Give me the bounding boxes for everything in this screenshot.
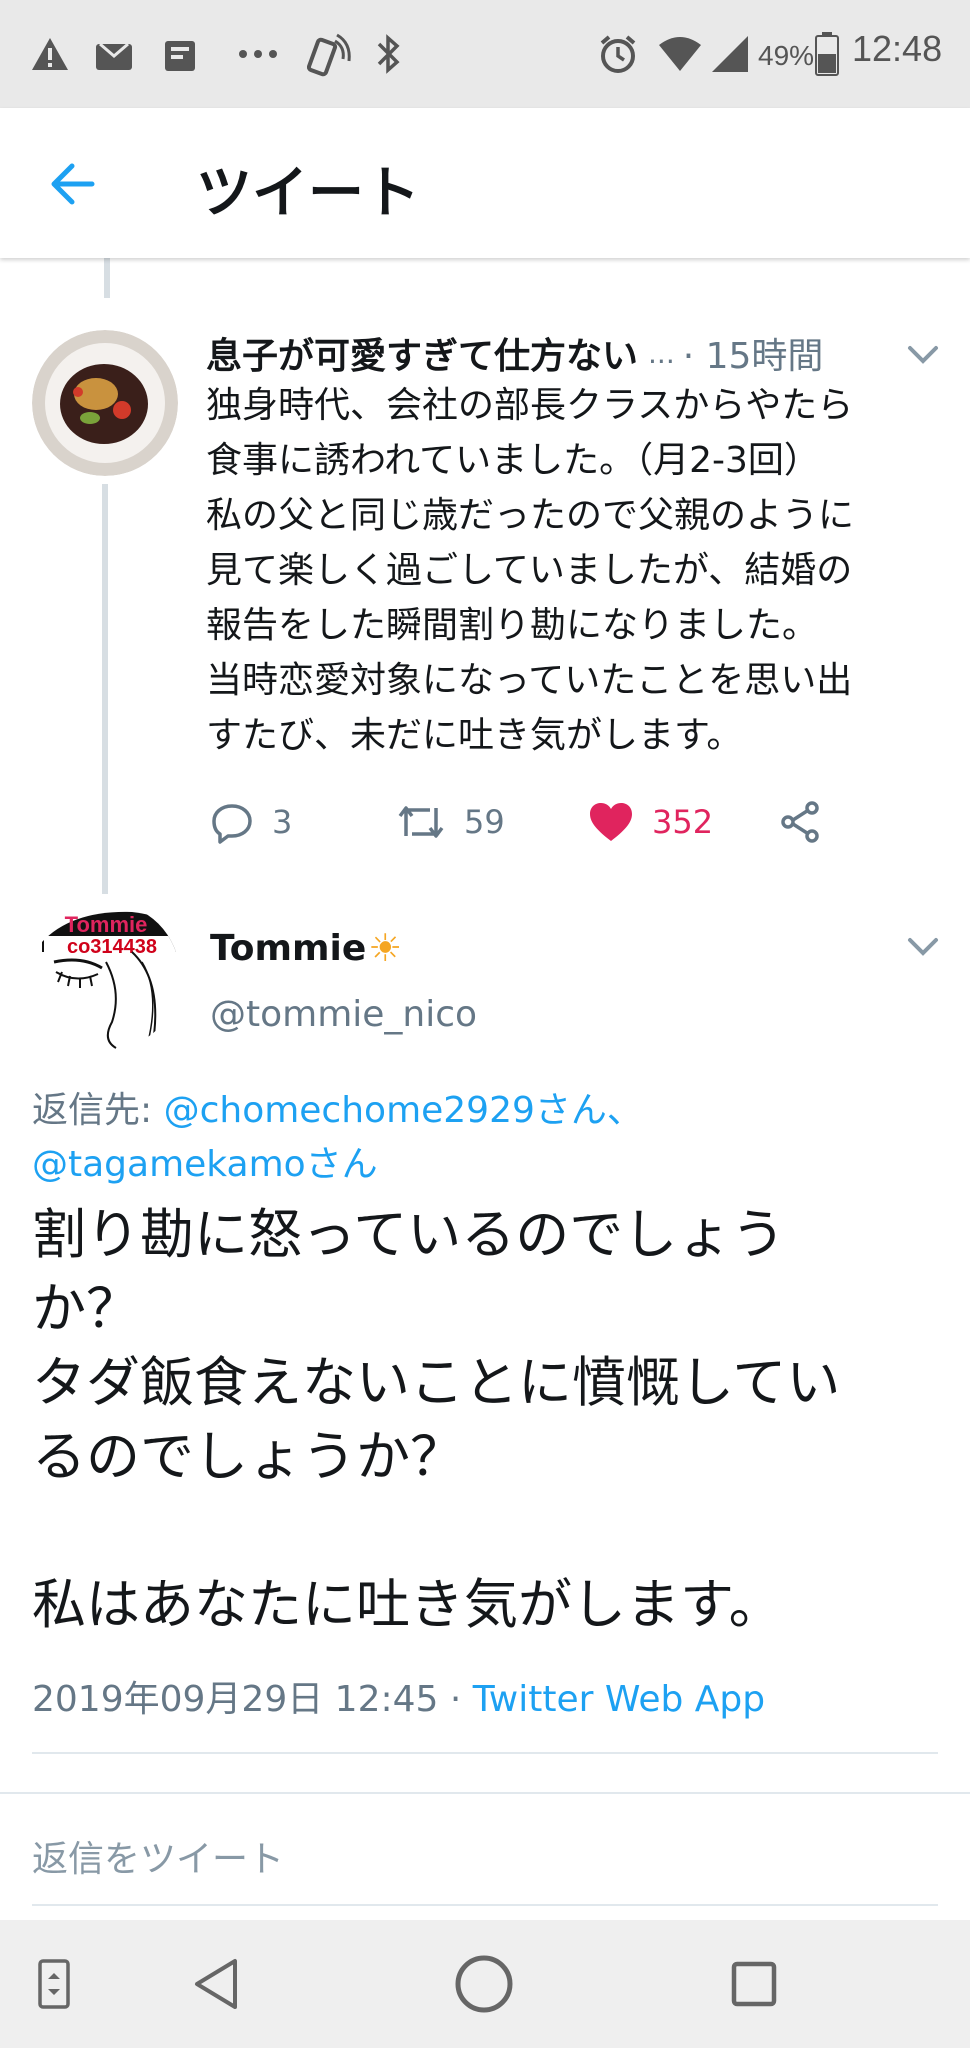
share-icon: [781, 801, 819, 843]
tweet-text: 割り勘に怒っているのでしょう か？ タダ飯食えないことに憤慨してい るのでしょう…: [32, 1203, 841, 1636]
reply-count: 3: [272, 803, 293, 841]
app-bar: ツイート: [0, 108, 970, 258]
clipboard-icon: [158, 30, 202, 78]
author-handle[interactable]: @tommie_nico: [210, 994, 477, 1035]
parent-author-name[interactable]: 息子が可愛すぎて仕方ない: [206, 327, 638, 379]
parent-tweet-text: 独身時代、会社の部長クラスからやたら 食事に誘われていました。（月2-3回） 私…: [206, 385, 855, 756]
author-name-text: Tommie: [210, 927, 367, 969]
divider: [32, 1752, 938, 1754]
chevron-down-icon[interactable]: [906, 344, 940, 366]
page-title: ツイート: [196, 161, 420, 226]
battery-icon: [814, 30, 840, 78]
home-circle-icon[interactable]: [448, 1948, 520, 2020]
name-ellipsis: ...: [648, 336, 675, 370]
clock: 12:48: [852, 28, 943, 69]
retweet-count: 59: [464, 803, 505, 841]
reply-input[interactable]: 返信をツイート: [32, 1830, 284, 1882]
thread-line: [102, 484, 108, 894]
reply-to-link[interactable]: @chomechome2929さん、: [164, 1090, 643, 1131]
tweet-time[interactable]: · 15時間: [683, 327, 824, 379]
chevron-down-icon[interactable]: [906, 936, 940, 958]
back-triangle-icon[interactable]: [180, 1948, 252, 2020]
battery-percent: 49%: [758, 40, 815, 71]
avatar-logo-text: Tommie: [65, 912, 148, 937]
rotate-icon[interactable]: [18, 1948, 90, 2020]
tweet-timestamp: 2019年09月29日 12:45 ·: [32, 1679, 473, 1720]
wifi-icon: [656, 30, 704, 78]
avatar-code-text: co314438: [67, 936, 157, 958]
author-name[interactable]: Tommie ☀: [210, 926, 402, 970]
mail-icon: [92, 30, 136, 78]
bluetooth-icon: [370, 30, 406, 78]
tweet-source[interactable]: Twitter Web App: [473, 1679, 765, 1720]
system-nav-bar: [0, 1920, 970, 2048]
avatar[interactable]: Tommie co314438: [32, 902, 180, 1050]
alarm-icon: [596, 30, 640, 78]
like-button[interactable]: 352: [588, 790, 713, 854]
warning-icon: [28, 30, 72, 78]
status-bar: 49% 12:48: [0, 0, 970, 108]
reply-to-link[interactable]: @tagamekamoさん: [32, 1144, 378, 1185]
retweet-button[interactable]: 59: [396, 790, 505, 854]
avatar[interactable]: [32, 330, 178, 476]
nfc-icon: [306, 30, 354, 78]
heart-icon: [590, 803, 632, 841]
arrow-left-icon[interactable]: [44, 154, 104, 214]
reply-to-label: 返信先:: [32, 1090, 164, 1131]
divider: [32, 1904, 938, 1906]
sun-emoji: ☀: [368, 926, 403, 970]
recents-square-icon[interactable]: [718, 1948, 790, 2020]
like-count: 352: [652, 803, 714, 841]
reply-icon: [212, 804, 252, 844]
divider: [0, 1792, 970, 1794]
share-button[interactable]: [778, 790, 840, 854]
tweet-meta: 2019年09月29日 12:45 · Twitter Web App: [32, 1670, 765, 1722]
more-icon: [236, 30, 280, 78]
thread-line-top: [104, 258, 110, 298]
parent-tweet-header: 息子が可愛すぎて仕方ない ... · 15時間: [206, 328, 946, 378]
reply-button[interactable]: 3: [210, 790, 292, 854]
reply-to-line: 返信先: @chomechome2929さん、 @tagamekamoさん: [32, 1084, 932, 1192]
retweet-icon: [398, 806, 444, 838]
tweet-actions: 3 59 352: [206, 790, 846, 854]
signal-icon: [708, 30, 752, 78]
